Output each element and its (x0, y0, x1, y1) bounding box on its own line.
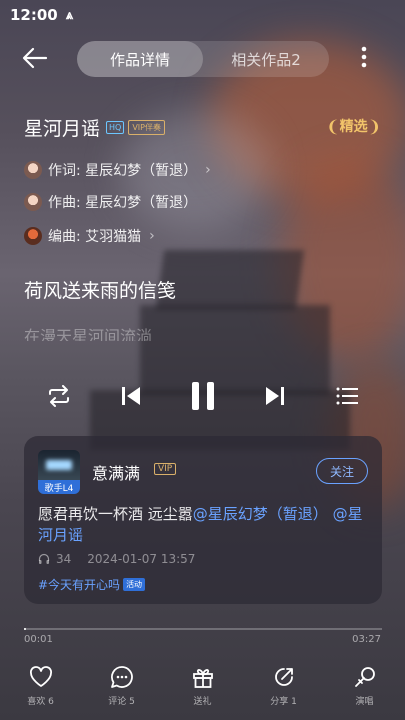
credit-label: 作词: 星辰幻梦（暂退） (48, 163, 198, 179)
comment-user-name[interactable]: 意满满 (92, 460, 140, 484)
song-title: 星河月谣 (24, 118, 101, 140)
like-label: 喜欢 6 (27, 697, 54, 707)
action-bar: 喜欢 6 评论 5 送礼 分享 1 演唱 (0, 664, 405, 714)
tab-work-details[interactable]: 作品详情 (77, 41, 203, 77)
topic-tag: 活动 (123, 578, 146, 591)
avatar (24, 193, 42, 211)
playlist-icon (336, 387, 358, 405)
avatar[interactable] (38, 450, 80, 482)
share-button[interactable]: 分享 1 (243, 664, 324, 714)
song-title-row: 星河月谣 HQ VIP伴奏 (24, 114, 165, 141)
topic-label: #今天有开心吗 (38, 578, 121, 592)
credit-label: 作曲: 星辰幻梦（暂退） (48, 195, 198, 211)
comment-date: 2024-01-07 13:57 (87, 552, 196, 566)
like-button[interactable]: 喜欢 6 (0, 664, 81, 714)
comment-meta: 34 2024-01-07 13:57 (38, 552, 195, 566)
chevron-right-icon: › (205, 162, 211, 178)
listen-count: 34 (56, 552, 72, 566)
vip-badge: VIP (154, 463, 177, 475)
comment-label: 评论 5 (108, 697, 135, 707)
hq-badge: HQ (106, 121, 125, 134)
mention-link[interactable]: @星辰幻梦（暂退） (193, 505, 328, 523)
repeat-button[interactable] (44, 376, 74, 416)
next-button[interactable] (260, 376, 290, 416)
back-button[interactable] (22, 46, 50, 72)
featured-label: 精选 (339, 119, 368, 135)
comment-card: 歌手L4 意满满 VIP 关注 愿君再饮一杯酒 远尘嚣@星辰幻梦（暂退） @星河… (24, 436, 382, 604)
status-time: 12:00 (10, 6, 58, 24)
comment-body: 愿君再饮一杯酒 远尘嚣 (38, 505, 193, 523)
progress-bar[interactable] (24, 628, 382, 630)
share-label: 分享 1 (270, 697, 297, 707)
status-bar: 12:00 ⩓ (0, 0, 405, 30)
pause-icon (192, 382, 214, 410)
vip-accompaniment-badge: VIP伴奏 (128, 120, 165, 135)
repeat-icon (49, 385, 69, 407)
tab-bar: 作品详情 相关作品2 (77, 41, 329, 77)
gift-label: 送礼 (193, 697, 212, 707)
share-icon (271, 664, 297, 690)
current-time: 00:01 (24, 634, 53, 645)
pause-button[interactable] (186, 376, 220, 416)
credit-composer[interactable]: 作曲: 星辰幻梦（暂退） (24, 192, 197, 212)
arrow-left-icon (22, 47, 48, 69)
topic-link[interactable]: #今天有开心吗 活动 (38, 576, 146, 593)
app-notification-icon: ⩓ (65, 7, 74, 23)
previous-button[interactable] (116, 376, 146, 416)
follow-button[interactable]: 关注 (316, 458, 368, 484)
playlist-button[interactable] (332, 376, 362, 416)
comment-text: 愿君再饮一杯酒 远尘嚣@星辰幻梦（暂退） @星河月谣 (38, 504, 368, 546)
progress-fill (24, 628, 26, 630)
credit-arranger[interactable]: 编曲: 艾羽猫猫 › (24, 226, 155, 246)
gift-button[interactable]: 送礼 (162, 664, 243, 714)
featured-badge: ❨ 精选 ❩ (326, 116, 381, 136)
comment-button[interactable]: 评论 5 (81, 664, 162, 714)
laurel-left-icon: ❨ (326, 116, 340, 136)
laurel-right-icon: ❩ (367, 116, 381, 136)
gift-icon (190, 664, 216, 690)
total-time: 03:27 (352, 634, 381, 645)
more-button[interactable] (353, 46, 375, 68)
skip-previous-icon (122, 387, 140, 405)
avatar (24, 227, 42, 245)
lyric-current-line: 荷风送来雨的信笺 (24, 280, 177, 302)
tab-related-works[interactable]: 相关作品2 (203, 41, 329, 77)
headphones-icon (38, 553, 50, 564)
sing-label: 演唱 (355, 697, 374, 707)
singer-level-badge: 歌手L4 (38, 480, 80, 494)
avatar (24, 161, 42, 179)
more-vertical-icon (361, 46, 367, 68)
skip-next-icon (266, 387, 284, 405)
heart-icon (28, 664, 54, 690)
sing-button[interactable]: 演唱 (324, 664, 405, 714)
credit-label: 编曲: 艾羽猫猫 (48, 229, 142, 245)
lyric-next-line: 在漫天星河间流淌 (24, 327, 153, 341)
top-nav: 作品详情 相关作品2 (0, 40, 405, 78)
microphone-icon (352, 664, 378, 690)
background-artwork (0, 0, 405, 720)
chevron-right-icon: › (149, 228, 155, 244)
comment-icon (109, 664, 135, 690)
credit-lyricist[interactable]: 作词: 星辰幻梦（暂退） › (24, 160, 211, 180)
playback-controls (0, 376, 405, 416)
